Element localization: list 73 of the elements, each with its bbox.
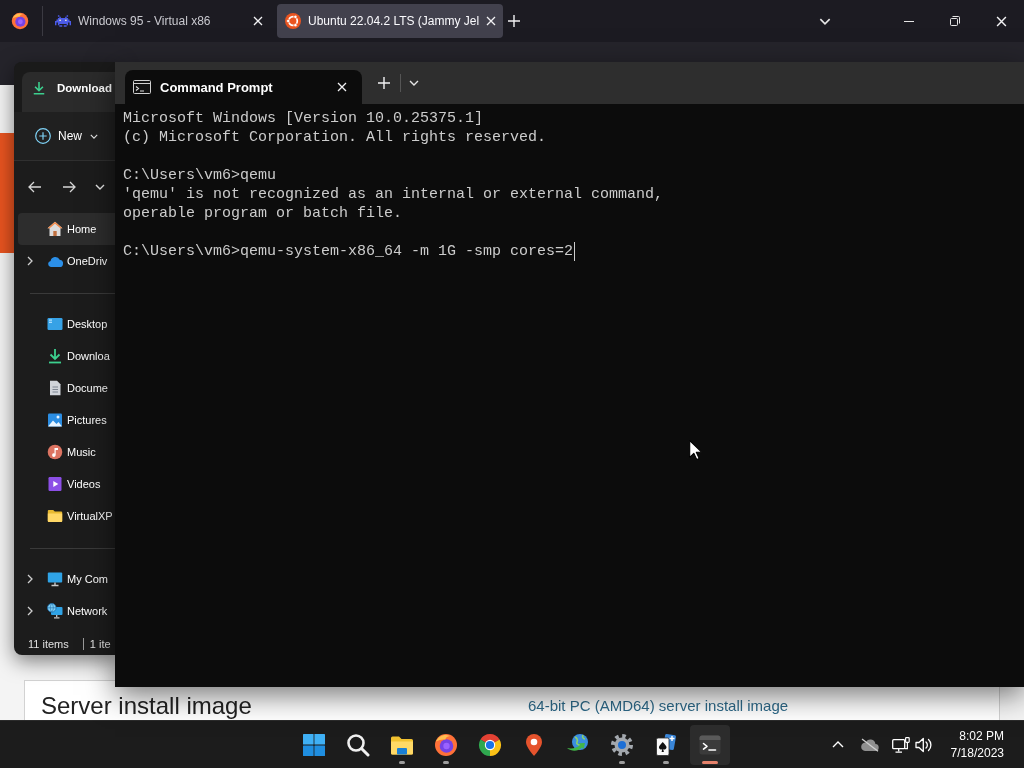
window-tab[interactable]: Download bbox=[22, 72, 118, 112]
chevron-down-icon[interactable] bbox=[409, 80, 419, 86]
plus-icon[interactable] bbox=[378, 77, 390, 89]
sidebar-item[interactable]: Videos bbox=[18, 468, 118, 500]
gear-icon bbox=[610, 732, 634, 757]
sidebar-item[interactable]: Downloa bbox=[18, 340, 118, 372]
chevron-down-icon bbox=[90, 133, 98, 139]
sidebar-item[interactable]: Music bbox=[18, 436, 118, 468]
console-line: Microsoft Windows [Version 10.0.25375.1] bbox=[123, 109, 485, 128]
sidebar-item[interactable]: My Com bbox=[18, 563, 118, 595]
close-icon[interactable] bbox=[995, 15, 1007, 27]
folder-icon bbox=[47, 508, 63, 524]
cloud-off-icon[interactable] bbox=[859, 737, 880, 752]
sidebar-item[interactable]: Desktop bbox=[18, 308, 118, 340]
browser-tab[interactable]: Ubuntu 22.04.2 LTS (Jammy Jel bbox=[277, 4, 503, 38]
chevron-down-icon[interactable] bbox=[95, 184, 105, 190]
sidebar-item[interactable]: Docume bbox=[18, 372, 118, 404]
volume-icon[interactable] bbox=[914, 736, 933, 753]
chevron-up-icon[interactable] bbox=[831, 741, 844, 748]
chevron-right-icon[interactable] bbox=[27, 574, 33, 584]
console-line: 'qemu' is not recognized as an internal or external command, bbox=[123, 185, 665, 204]
plus-icon[interactable] bbox=[508, 15, 520, 27]
search-icon bbox=[346, 732, 370, 757]
close-icon[interactable] bbox=[253, 16, 263, 26]
desktop-icon bbox=[47, 316, 63, 332]
playing-cards-icon bbox=[654, 732, 678, 757]
section-heading: Server install image bbox=[41, 692, 253, 719]
taskbar-button[interactable] bbox=[690, 724, 730, 765]
sidebar-item[interactable]: OneDriv bbox=[18, 245, 118, 277]
clock-time[interactable]: 8:02 PM bbox=[959, 727, 1004, 745]
network-icon[interactable] bbox=[891, 736, 910, 753]
terminal-tab[interactable]: Command Prompt bbox=[125, 70, 362, 104]
sidebar-item[interactable]: Network bbox=[18, 595, 118, 627]
document-icon bbox=[47, 380, 63, 396]
console-line: operable program or batch file. bbox=[123, 204, 404, 223]
mouse-pointer-icon bbox=[689, 440, 702, 460]
download-icon bbox=[32, 81, 46, 95]
restore-icon[interactable] bbox=[950, 16, 960, 26]
clock-date[interactable]: 7/18/2023 bbox=[950, 744, 1004, 762]
close-icon[interactable] bbox=[486, 16, 497, 26]
chevron-right-icon[interactable] bbox=[27, 256, 33, 266]
start-icon bbox=[302, 732, 326, 757]
console-line: C:\Users\vm6>qemu-system-x86_64 -m 1G -smp cores=2 bbox=[123, 242, 574, 261]
close-icon[interactable] bbox=[337, 82, 347, 92]
ubuntu-logo-icon bbox=[285, 13, 301, 29]
status-text: 1 ite bbox=[89, 638, 111, 650]
home-icon bbox=[47, 221, 63, 237]
computer-icon bbox=[47, 571, 63, 587]
status-text: 11 items bbox=[28, 638, 69, 650]
forward-icon[interactable] bbox=[62, 181, 76, 193]
console-line: C:\Users\vm6>qemu bbox=[123, 166, 278, 185]
chrome-icon bbox=[478, 732, 502, 757]
browser-tab[interactable]: Windows 95 - Virtual x86 bbox=[47, 4, 273, 38]
sidebar-item[interactable]: Home bbox=[18, 213, 118, 245]
firefox-icon[interactable] bbox=[11, 12, 29, 30]
picture-icon bbox=[47, 412, 63, 428]
back-icon[interactable] bbox=[28, 181, 42, 193]
sidebar-item[interactable]: Pictures bbox=[18, 404, 118, 436]
sidebar-item[interactable]: VirtualXP bbox=[18, 500, 118, 532]
pixel-alien-icon bbox=[55, 15, 71, 27]
download-icon bbox=[47, 348, 63, 364]
text-cursor-icon bbox=[574, 242, 576, 261]
network-icon bbox=[47, 603, 63, 619]
video-icon bbox=[47, 476, 63, 492]
minimize-icon[interactable] bbox=[904, 20, 914, 22]
chevron-down-icon[interactable] bbox=[819, 17, 831, 25]
console-icon bbox=[133, 80, 151, 94]
chevron-right-icon[interactable] bbox=[27, 606, 33, 616]
plus-circle-icon bbox=[35, 128, 51, 144]
music-icon bbox=[47, 444, 63, 460]
firefox-icon bbox=[434, 732, 458, 757]
download-link[interactable]: 64-bit PC (AMD64) server install image bbox=[528, 697, 983, 714]
console-line: (c) Microsoft Corporation. All rights reserved. bbox=[123, 128, 548, 147]
